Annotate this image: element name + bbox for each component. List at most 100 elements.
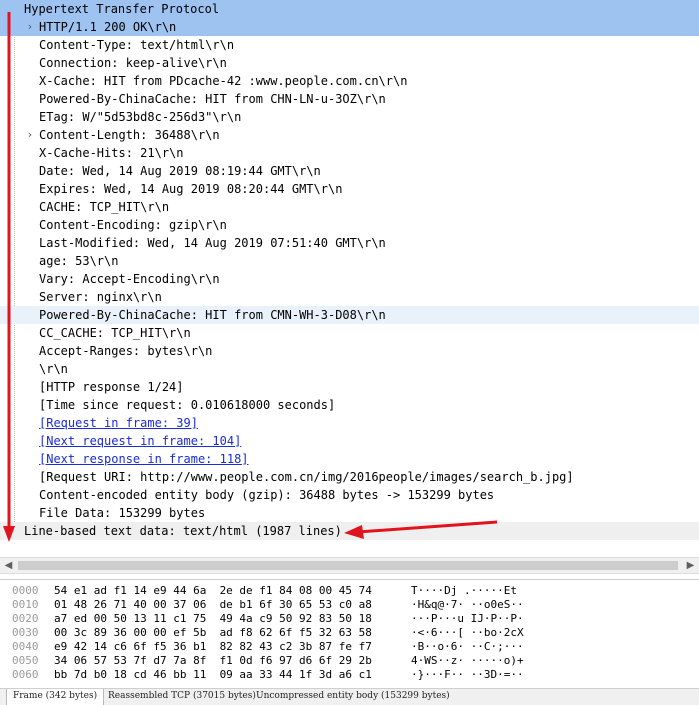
tree-row[interactable]: Line-based text data: text/html (1987 li… [0,522,699,540]
hex-ascii: ·<·6···[ ··bo·2cX [411,626,524,639]
hex-row[interactable]: 0020 a7 ed 00 50 13 11 c1 75 49 4a c9 50 … [0,612,699,625]
hex-offset: 0000 [12,584,39,597]
hex-ascii: ·H&q@·7· ··o0eS·· [411,598,524,611]
tree-row[interactable]: Powered-By-ChinaCache: HIT from CMN-WH-3… [0,306,699,324]
tree-row[interactable]: Accept-Ranges: bytes\r\n [0,342,699,360]
hex-row[interactable]: 0010 01 48 26 71 40 00 37 06 de b1 6f 30 … [0,598,699,611]
tree-row[interactable]: Expires: Wed, 14 Aug 2019 08:20:44 GMT\r… [0,180,699,198]
tree-row-label: X-Cache: HIT from PDcache-42 :www.people… [39,74,408,88]
tree-row[interactable]: Content-Encoding: gzip\r\n [0,216,699,234]
tree-row-label: Server: nginx\r\n [39,290,162,304]
tree-row-label: Vary: Accept-Encoding\r\n [39,272,220,286]
horizontal-scrollbar[interactable]: ◀ ▶ [0,557,699,574]
hex-bytes: a7 ed 00 50 13 11 c1 75 49 4a c9 50 92 8… [54,612,372,625]
hex-row[interactable]: 0050 34 06 57 53 7f d7 7a 8f f1 0d f6 97 … [0,654,699,667]
tree-row[interactable]: [Request URI: http://www.people.com.cn/i… [0,468,699,486]
tree-row-label: CC_CACHE: TCP_HIT\r\n [39,326,191,340]
chevron-right-icon[interactable]: › [24,18,36,36]
tree-row-label: ETag: W/"5d53bd8c-256d3"\r\n [39,110,242,124]
tree-row[interactable]: Connection: keep-alive\r\n [0,54,699,72]
scroll-right-icon[interactable]: ▶ [682,558,699,573]
tree-row-label: age: 53\r\n [39,254,119,268]
tree-row[interactable]: Content-Type: text/html\r\n [0,36,699,54]
bytes-tab[interactable]: Reassembled TCP (37015 bytes) [102,689,262,705]
scroll-left-icon[interactable]: ◀ [0,558,17,573]
tree-row[interactable]: Last-Modified: Wed, 14 Aug 2019 07:51:40… [0,234,699,252]
scrollbar-thumb[interactable] [18,561,678,570]
hex-ascii: ···P···u IJ·P··P· [411,612,524,625]
hex-offset: 0060 [12,668,39,681]
tree-row-label: Content-Length: 36488\r\n [39,128,220,142]
chevron-right-icon[interactable]: › [24,126,36,144]
hex-bytes: 01 48 26 71 40 00 37 06 de b1 6f 30 65 5… [54,598,372,611]
frame-link[interactable]: [Request in frame: 39] [39,414,198,432]
tree-row-label: Powered-By-ChinaCache: HIT from CMN-WH-3… [39,308,386,322]
bytes-tab[interactable]: Uncompressed entity body (153299 bytes) [250,689,456,705]
tree-row[interactable]: File Data: 153299 bytes [0,504,699,522]
bytes-tab[interactable]: Frame (342 bytes) [6,689,105,705]
hex-offset: 0040 [12,640,39,653]
hex-offset: 0030 [12,626,39,639]
tree-row[interactable]: Date: Wed, 14 Aug 2019 08:19:44 GMT\r\n [0,162,699,180]
tree-row-label: Hypertext Transfer Protocol [24,2,220,16]
hex-ascii: ·}···F·· ··3D·=·· [411,668,524,681]
hex-offset: 0020 [12,612,39,625]
tree-row-label: Content-encoded entity body (gzip): 3648… [39,488,495,502]
tree-row-label: CACHE: TCP_HIT\r\n [39,200,170,214]
tree-row[interactable]: [Next request in frame: 104] [0,432,699,450]
hex-bytes: 54 e1 ad f1 14 e9 44 6a 2e de f1 84 08 0… [54,584,372,597]
packet-bytes-pane[interactable]: 0000 54 e1 ad f1 14 e9 44 6a 2e de f1 84 … [0,579,699,688]
hex-row[interactable]: 0060 bb 7d b0 18 cd 46 bb 11 09 aa 33 44 … [0,668,699,681]
tree-row[interactable]: CC_CACHE: TCP_HIT\r\n [0,324,699,342]
tree-row[interactable]: Hypertext Transfer Protocol [0,0,699,18]
tree-row[interactable]: CACHE: TCP_HIT\r\n [0,198,699,216]
hex-ascii: 4·WS··z· ·····o)+ [411,654,524,667]
tree-row[interactable]: › Content-Length: 36488\r\n [0,126,699,144]
frame-link[interactable]: [Next request in frame: 104] [39,432,241,450]
hex-offset: 0010 [12,598,39,611]
tree-row-label: \r\n [39,362,68,376]
tree-row-label: [Time since request: 0.010618000 seconds… [39,398,336,412]
frame-link[interactable]: [Next response in frame: 118] [39,450,249,468]
tree-row[interactable]: [HTTP response 1/24] [0,378,699,396]
hex-row[interactable]: 0000 54 e1 ad f1 14 e9 44 6a 2e de f1 84 … [0,584,699,597]
tree-row[interactable]: ETag: W/"5d53bd8c-256d3"\r\n [0,108,699,126]
tree-row-label: [HTTP response 1/24] [39,380,184,394]
tree-row[interactable]: [Request in frame: 39] [0,414,699,432]
packet-details-tree[interactable]: Hypertext Transfer Protocol › HTTP/1.1 200… [0,0,699,557]
hex-row[interactable]: 0030 00 3c 89 36 00 00 ef 5b ad f8 62 6f … [0,626,699,639]
tree-row-label: Connection: keep-alive\r\n [39,56,227,70]
hex-bytes: 00 3c 89 36 00 00 ef 5b ad f8 62 6f f5 3… [54,626,372,639]
tree-row-label: Date: Wed, 14 Aug 2019 08:19:44 GMT\r\n [39,164,321,178]
tree-row[interactable]: X-Cache: HIT from PDcache-42 :www.people… [0,72,699,90]
tree-row[interactable]: Content-encoded entity body (gzip): 3648… [0,486,699,504]
tree-row[interactable]: [Time since request: 0.010618000 seconds… [0,396,699,414]
hex-ascii: ·B··o·6· ··C·;··· [411,640,524,653]
tree-row[interactable]: age: 53\r\n [0,252,699,270]
tree-row-label: Content-Encoding: gzip\r\n [39,218,227,232]
tree-row-label: Expires: Wed, 14 Aug 2019 08:20:44 GMT\r… [39,182,343,196]
tree-row-label: Line-based text data: text/html (1987 li… [24,524,342,538]
hex-bytes: 34 06 57 53 7f d7 7a 8f f1 0d f6 97 d6 6… [54,654,372,667]
hex-bytes: e9 42 14 c6 6f f5 36 b1 82 82 43 c2 3b 8… [54,640,372,653]
bytes-tab-bar: Frame (342 bytes) Reassembled TCP (37015 … [0,688,699,705]
tree-row-label: Content-Type: text/html\r\n [39,38,235,52]
hex-offset: 0050 [12,654,39,667]
hex-row[interactable]: 0040 e9 42 14 c6 6f f5 36 b1 82 82 43 c2 … [0,640,699,653]
tree-row-label: File Data: 153299 bytes [39,506,206,520]
hex-bytes: bb 7d b0 18 cd 46 bb 11 09 aa 33 44 1f 3… [54,668,372,681]
tree-row-label: X-Cache-Hits: 21\r\n [39,146,184,160]
tree-row-label: Powered-By-ChinaCache: HIT from CHN-LN-u… [39,92,386,106]
hex-ascii: T····Dj .·····Et [411,584,517,597]
tree-row[interactable]: X-Cache-Hits: 21\r\n [0,144,699,162]
tree-row[interactable]: [Next response in frame: 118] [0,450,699,468]
tree-row-label: Last-Modified: Wed, 14 Aug 2019 07:51:40… [39,236,386,250]
tree-row[interactable]: \r\n [0,360,699,378]
tree-row[interactable]: › HTTP/1.1 200 OK\r\n [0,18,699,36]
tree-row-label: Accept-Ranges: bytes\r\n [39,344,213,358]
tree-row[interactable]: Server: nginx\r\n [0,288,699,306]
tree-row-label: [Request URI: http://www.people.com.cn/i… [39,470,574,484]
tree-row[interactable]: Vary: Accept-Encoding\r\n [0,270,699,288]
tree-row-label: HTTP/1.1 200 OK\r\n [39,20,177,34]
tree-row[interactable]: Powered-By-ChinaCache: HIT from CHN-LN-u… [0,90,699,108]
